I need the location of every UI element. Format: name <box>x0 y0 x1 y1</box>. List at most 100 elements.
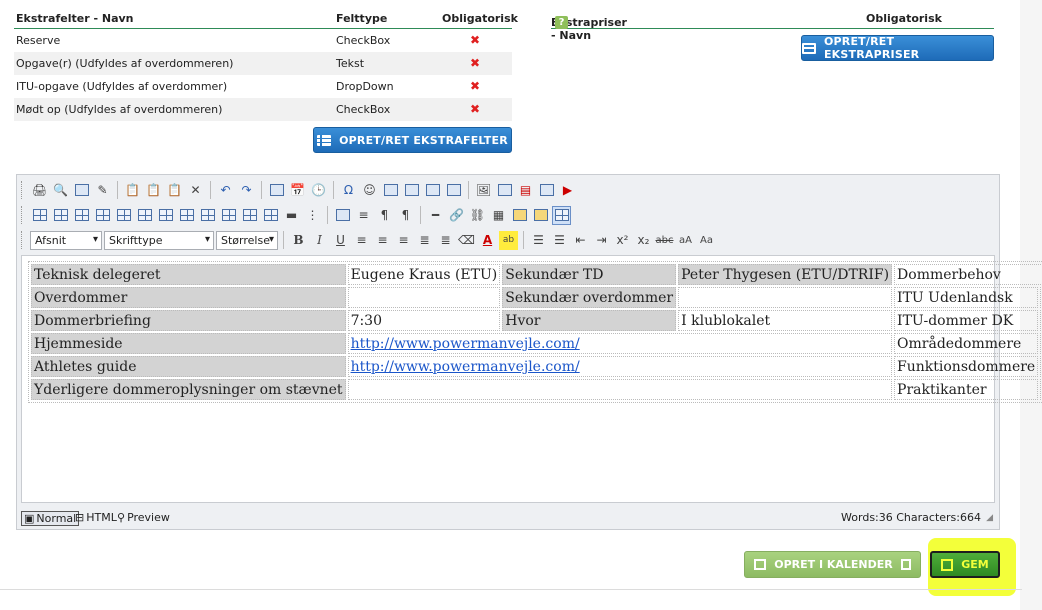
uppercase-icon[interactable]: Aa <box>697 231 716 250</box>
page-break-icon[interactable] <box>267 181 286 200</box>
font-family-select[interactable]: Skrifttype <box>104 230 214 250</box>
cell-split-icon[interactable] <box>219 206 238 225</box>
indent-icon[interactable]: ⇥ <box>592 231 611 250</box>
table-cell[interactable]: 7:30 <box>347 310 501 331</box>
horizontal-rule-icon[interactable]: ━ <box>426 206 445 225</box>
table-cell[interactable]: Praktikanter <box>894 379 1039 400</box>
table-props-icon[interactable] <box>261 206 280 225</box>
table-cell[interactable]: Eugene Kraus (ETU) <box>347 264 501 285</box>
superscript-icon[interactable]: x² <box>613 231 632 250</box>
pdf-icon[interactable]: ▤ <box>516 181 535 200</box>
vertical-dots-icon[interactable]: ⋮ <box>303 206 322 225</box>
delete-icon[interactable]: ✕ <box>186 181 205 200</box>
table-cell[interactable]: Sekundær overdommer <box>502 287 677 308</box>
select-all-icon[interactable] <box>72 181 91 200</box>
highlight-color-icon[interactable]: ab <box>499 230 518 250</box>
website-link[interactable]: http://www.powermanvejle.com/ <box>351 336 580 352</box>
paste-icon[interactable]: 📋 <box>123 181 142 200</box>
spellcheck-icon[interactable] <box>333 206 352 225</box>
paragraph-format-select[interactable]: Afsnit <box>30 230 102 250</box>
save-button[interactable]: GEM <box>930 551 1000 578</box>
table-insert-icon[interactable] <box>30 206 49 225</box>
special-char-icon[interactable]: Ω <box>339 181 358 200</box>
table-cell[interactable]: Dommerbriefing <box>31 310 346 331</box>
image-icon[interactable]: 🖼 <box>474 181 493 200</box>
hr-row-icon[interactable]: ▬ <box>282 206 301 225</box>
mode-preview-tab[interactable]: ⚲ Preview <box>117 511 170 524</box>
table-cell[interactable]: Sekundær TD <box>502 264 677 285</box>
rtl-icon[interactable]: ¶ <box>396 206 415 225</box>
unlink-icon[interactable]: ⛓ <box>468 206 487 225</box>
table-cell[interactable]: Peter Thygesen (ETU/DTRIF) <box>678 264 893 285</box>
cell-merge-icon[interactable] <box>198 206 217 225</box>
align-justify-icon[interactable]: ≣ <box>415 231 434 250</box>
table-cell[interactable]: Funktionsdommere <box>894 356 1039 377</box>
table-cell[interactable]: ITU-dommer DK <box>894 310 1039 331</box>
table-cell[interactable]: Dommerbehov <box>894 264 1042 285</box>
redo-icon[interactable]: ↷ <box>237 181 256 200</box>
layer-icon[interactable] <box>423 181 442 200</box>
table-cell[interactable] <box>678 287 893 308</box>
clear-format-icon[interactable]: ✎ <box>93 181 112 200</box>
create-in-calendar-button[interactable]: OPRET I KALENDER <box>744 551 921 578</box>
ekstrafelt-row[interactable]: Opgave(r) (Udfyldes af overdommeren) Tek… <box>14 52 512 75</box>
table-cell[interactable] <box>347 379 893 400</box>
font-size-select[interactable]: Størrelse <box>216 230 278 250</box>
table-cell[interactable] <box>347 287 501 308</box>
ltr-icon[interactable]: ¶ <box>375 206 394 225</box>
table-cell[interactable]: Hjemmeside <box>31 333 346 354</box>
edit-extra-fields-button[interactable]: OPRET/RET EKSTRAFELTER <box>313 127 512 153</box>
align-left-icon[interactable]: ≡ <box>352 231 371 250</box>
send-backward-icon[interactable] <box>531 206 550 225</box>
help-icon[interactable]: ? <box>555 16 568 29</box>
table-cell[interactable]: Athletes guide <box>31 356 346 377</box>
align-right-icon[interactable]: ≡ <box>394 231 413 250</box>
row-insert-below-icon[interactable] <box>72 206 91 225</box>
print-icon[interactable]: 🖨 <box>30 181 49 200</box>
font-color-icon[interactable]: A <box>478 231 497 250</box>
find-icon[interactable]: 🔍 <box>51 181 70 200</box>
numbered-list-icon[interactable]: ☰ <box>529 231 548 250</box>
strikethrough-icon[interactable]: abc <box>655 231 674 250</box>
cell-props-icon[interactable] <box>240 206 259 225</box>
row-delete-icon[interactable] <box>93 206 112 225</box>
editor-content-area[interactable]: Teknisk delegeret Eugene Kraus (ETU) Sek… <box>21 255 1042 503</box>
strikethrough-lines-icon[interactable]: ≣ <box>436 231 455 250</box>
subscript-icon[interactable]: x₂ <box>634 231 653 250</box>
bold-icon[interactable]: B <box>289 231 308 250</box>
table-cell[interactable]: ITU Udenlandsk <box>894 287 1039 308</box>
underline-icon[interactable]: U <box>331 231 350 250</box>
outdent-icon[interactable]: ⇤ <box>571 231 590 250</box>
undo-icon[interactable]: ↶ <box>216 181 235 200</box>
table-cell[interactable]: Overdommer <box>31 287 346 308</box>
anchor-icon[interactable]: ▦ <box>489 206 508 225</box>
italic-icon[interactable]: I <box>310 231 329 250</box>
resize-grip-icon[interactable]: ◢ <box>986 513 993 523</box>
ekstrafelt-row[interactable]: ITU-opgave (Udfyldes af overdommer) Drop… <box>14 75 512 98</box>
table-cell[interactable]: Hvor <box>502 310 677 331</box>
mode-html-tab[interactable]: ⊟ HTML <box>75 511 117 524</box>
ekstrafelt-row[interactable]: Reserve CheckBox ✖ <box>14 29 512 52</box>
athletes-guide-link[interactable]: http://www.powermanvejle.com/ <box>351 359 580 375</box>
paste-text-icon[interactable]: 📋 <box>165 181 184 200</box>
template-icon[interactable] <box>381 181 400 200</box>
media-icon[interactable] <box>537 181 556 200</box>
flash-icon[interactable] <box>495 181 514 200</box>
table-cell[interactable]: Teknisk delegeret <box>31 264 346 285</box>
link-icon[interactable]: 🔗 <box>447 206 466 225</box>
eraser-icon[interactable]: ⌫ <box>457 231 476 250</box>
youtube-icon[interactable]: ▶ <box>558 181 577 200</box>
table-cell[interactable]: I klublokalet <box>678 310 893 331</box>
paragraph-icon[interactable]: ≡ <box>354 206 373 225</box>
edit-extra-prices-button[interactable]: OPRET/RET EKSTRAPRISER <box>801 35 994 61</box>
date-icon[interactable]: 📅 <box>288 181 307 200</box>
code-snippet-icon[interactable] <box>444 181 463 200</box>
align-center-icon[interactable]: ≡ <box>373 231 392 250</box>
show-borders-icon[interactable] <box>552 205 571 225</box>
bring-forward-icon[interactable] <box>510 206 529 225</box>
col-insert-left-icon[interactable] <box>114 206 133 225</box>
lowercase-icon[interactable]: aA <box>676 231 695 250</box>
table-cell[interactable]: Områdedommere <box>894 333 1039 354</box>
mode-normal-tab[interactable]: ▣ Normal <box>21 511 80 526</box>
bullet-list-icon[interactable]: ☰ <box>550 231 569 250</box>
